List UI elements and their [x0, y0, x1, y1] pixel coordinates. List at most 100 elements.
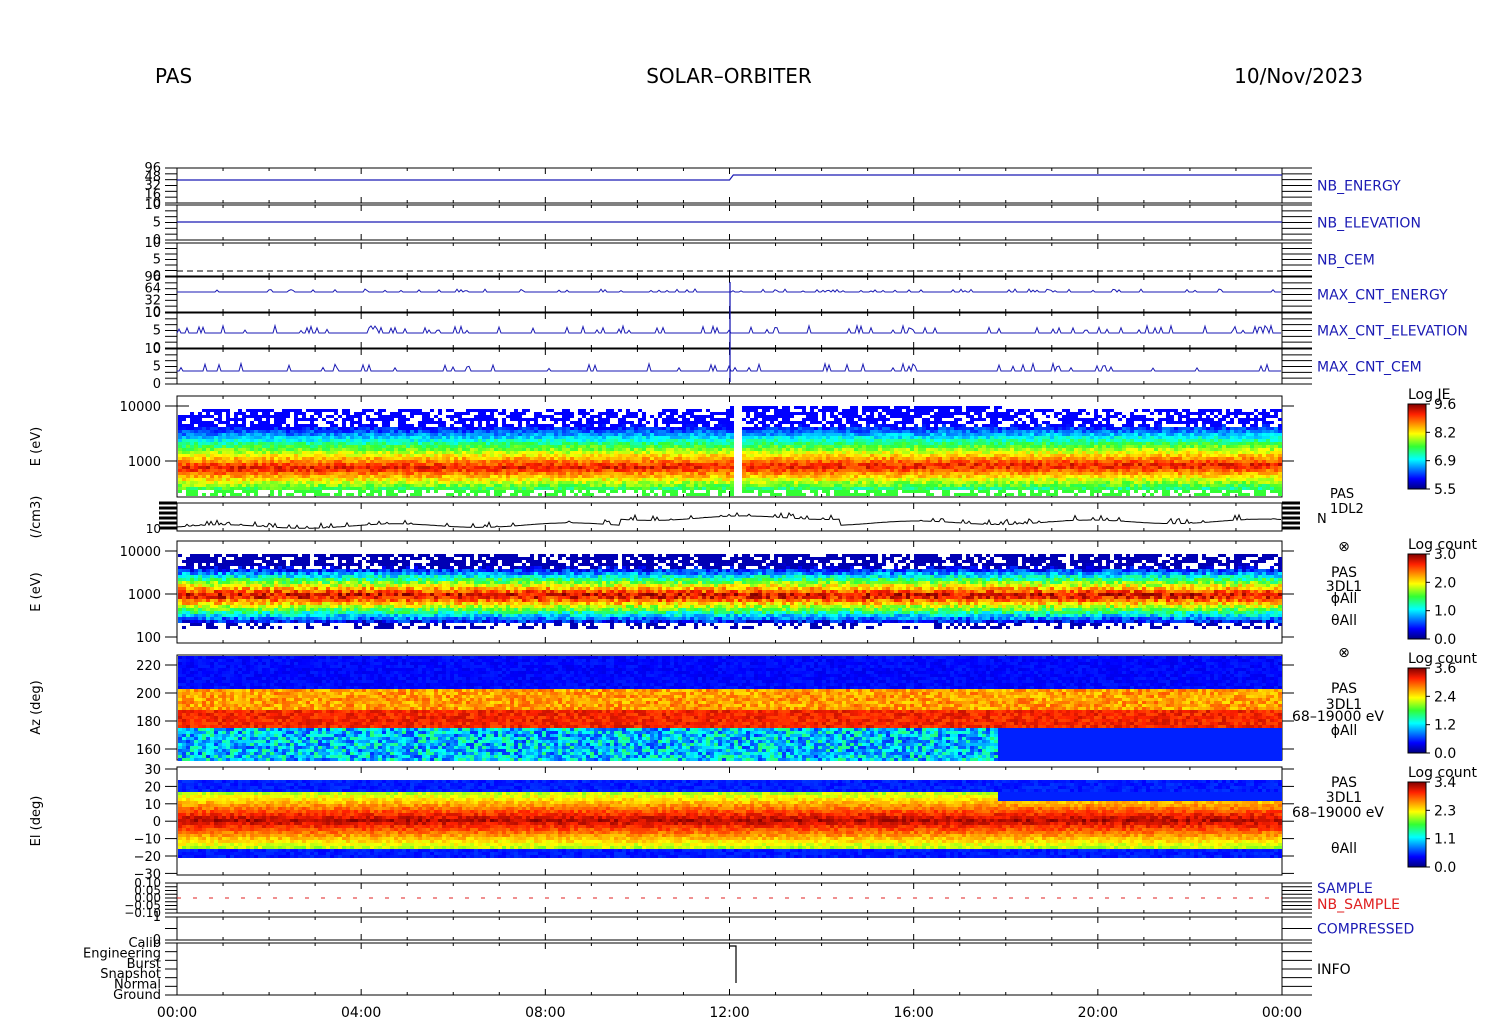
heat-cell: [366, 478, 370, 481]
heat-cell: [278, 433, 282, 436]
heat-cell: [330, 463, 334, 466]
heat-cell: [198, 463, 202, 466]
heat-cell: [334, 451, 338, 454]
heat-cell: [322, 460, 326, 463]
heat-cell: [218, 439, 222, 442]
heat-cell: [178, 490, 182, 493]
heat-cell: [206, 484, 210, 487]
heat-cell: [286, 481, 290, 484]
heat-cell: [222, 484, 226, 487]
heat-cell: [310, 436, 314, 439]
heat-cell: [190, 493, 194, 496]
heat-cell: [382, 427, 386, 430]
heat-cell: [322, 442, 326, 445]
heat-cell: [310, 409, 314, 412]
heat-cell: [202, 460, 206, 463]
heat-cell: [250, 487, 254, 490]
max-cnt-elevation-line: [177, 326, 1281, 333]
heat-cell: [234, 433, 238, 436]
heat-cell: [210, 493, 214, 496]
heat-cell: [202, 424, 206, 427]
heat-cell: [290, 451, 294, 454]
heat-cell: [354, 475, 358, 478]
heat-cell: [254, 409, 258, 412]
heat-cell: [250, 427, 254, 430]
heat-cell: [262, 436, 266, 439]
heat-cell: [262, 475, 266, 478]
heat-cell: [210, 487, 214, 490]
heat-cell: [242, 481, 246, 484]
heat-cell: [378, 415, 382, 418]
heat-cell: [190, 478, 194, 481]
heat-cell: [286, 469, 290, 472]
heat-cell: [338, 433, 342, 436]
heat-cell: [382, 469, 386, 472]
heat-cell: [306, 484, 310, 487]
heat-cell: [310, 415, 314, 418]
heat-cell: [346, 469, 350, 472]
heat-cell: [266, 466, 270, 469]
heat-cell: [270, 442, 274, 445]
heat-cell: [238, 436, 242, 439]
heat-cell: [182, 475, 186, 478]
heat-cell: [194, 448, 198, 451]
heat-cell: [338, 415, 342, 418]
heat-cell: [230, 478, 234, 481]
heat-cell: [254, 427, 258, 430]
heat-cell: [242, 421, 246, 424]
heat-cell: [358, 430, 362, 433]
heat-cell: [202, 439, 206, 442]
heat-cell: [350, 487, 354, 490]
heat-cell: [342, 475, 346, 478]
heat-cell: [202, 457, 206, 460]
heat-cell: [190, 466, 194, 469]
heat-cell: [286, 442, 290, 445]
heat-cell: [182, 481, 186, 484]
heat-cell: [282, 412, 286, 415]
heat-cell: [210, 436, 214, 439]
heat-cell: [234, 448, 238, 451]
heat-cell: [226, 478, 230, 481]
heat-cell: [206, 448, 210, 451]
heat-cell: [202, 415, 206, 418]
heat-cell: [206, 460, 210, 463]
heat-cell: [230, 424, 234, 427]
heat-cell: [358, 412, 362, 415]
heat-cell: [334, 466, 338, 469]
heat-cell: [254, 430, 258, 433]
heat-cell: [266, 445, 270, 448]
heat-cell: [230, 445, 234, 448]
heat-cell: [178, 478, 182, 481]
heat-cell: [346, 436, 350, 439]
heat-cell: [242, 484, 246, 487]
heat-cell: [238, 433, 242, 436]
heat-cell: [354, 415, 358, 418]
heat-cell: [298, 475, 302, 478]
heat-cell: [282, 463, 286, 466]
heat-cell: [198, 487, 202, 490]
heat-cell: [238, 439, 242, 442]
heat-cell: [334, 463, 338, 466]
heat-cell: [290, 427, 294, 430]
heat-cell: [210, 454, 214, 457]
heat-cell: [282, 433, 286, 436]
heat-cell: [342, 433, 346, 436]
heat-cell: [230, 451, 234, 454]
heat-cell: [242, 424, 246, 427]
heat-cell: [234, 481, 238, 484]
heat-cell: [234, 436, 238, 439]
heat-cell: [346, 466, 350, 469]
heat-cell: [334, 409, 338, 412]
heat-cell: [182, 439, 186, 442]
heat-cell: [318, 409, 322, 412]
heat-cell: [362, 463, 366, 466]
heat-cell: [354, 439, 358, 442]
heat-cell: [234, 493, 238, 496]
heat-cell: [278, 484, 282, 487]
heat-cell: [246, 457, 250, 460]
heat-cell: [362, 409, 366, 412]
heat-cell: [374, 481, 378, 484]
heat-cell: [358, 463, 362, 466]
heat-cell: [206, 454, 210, 457]
heat-cell: [342, 481, 346, 484]
